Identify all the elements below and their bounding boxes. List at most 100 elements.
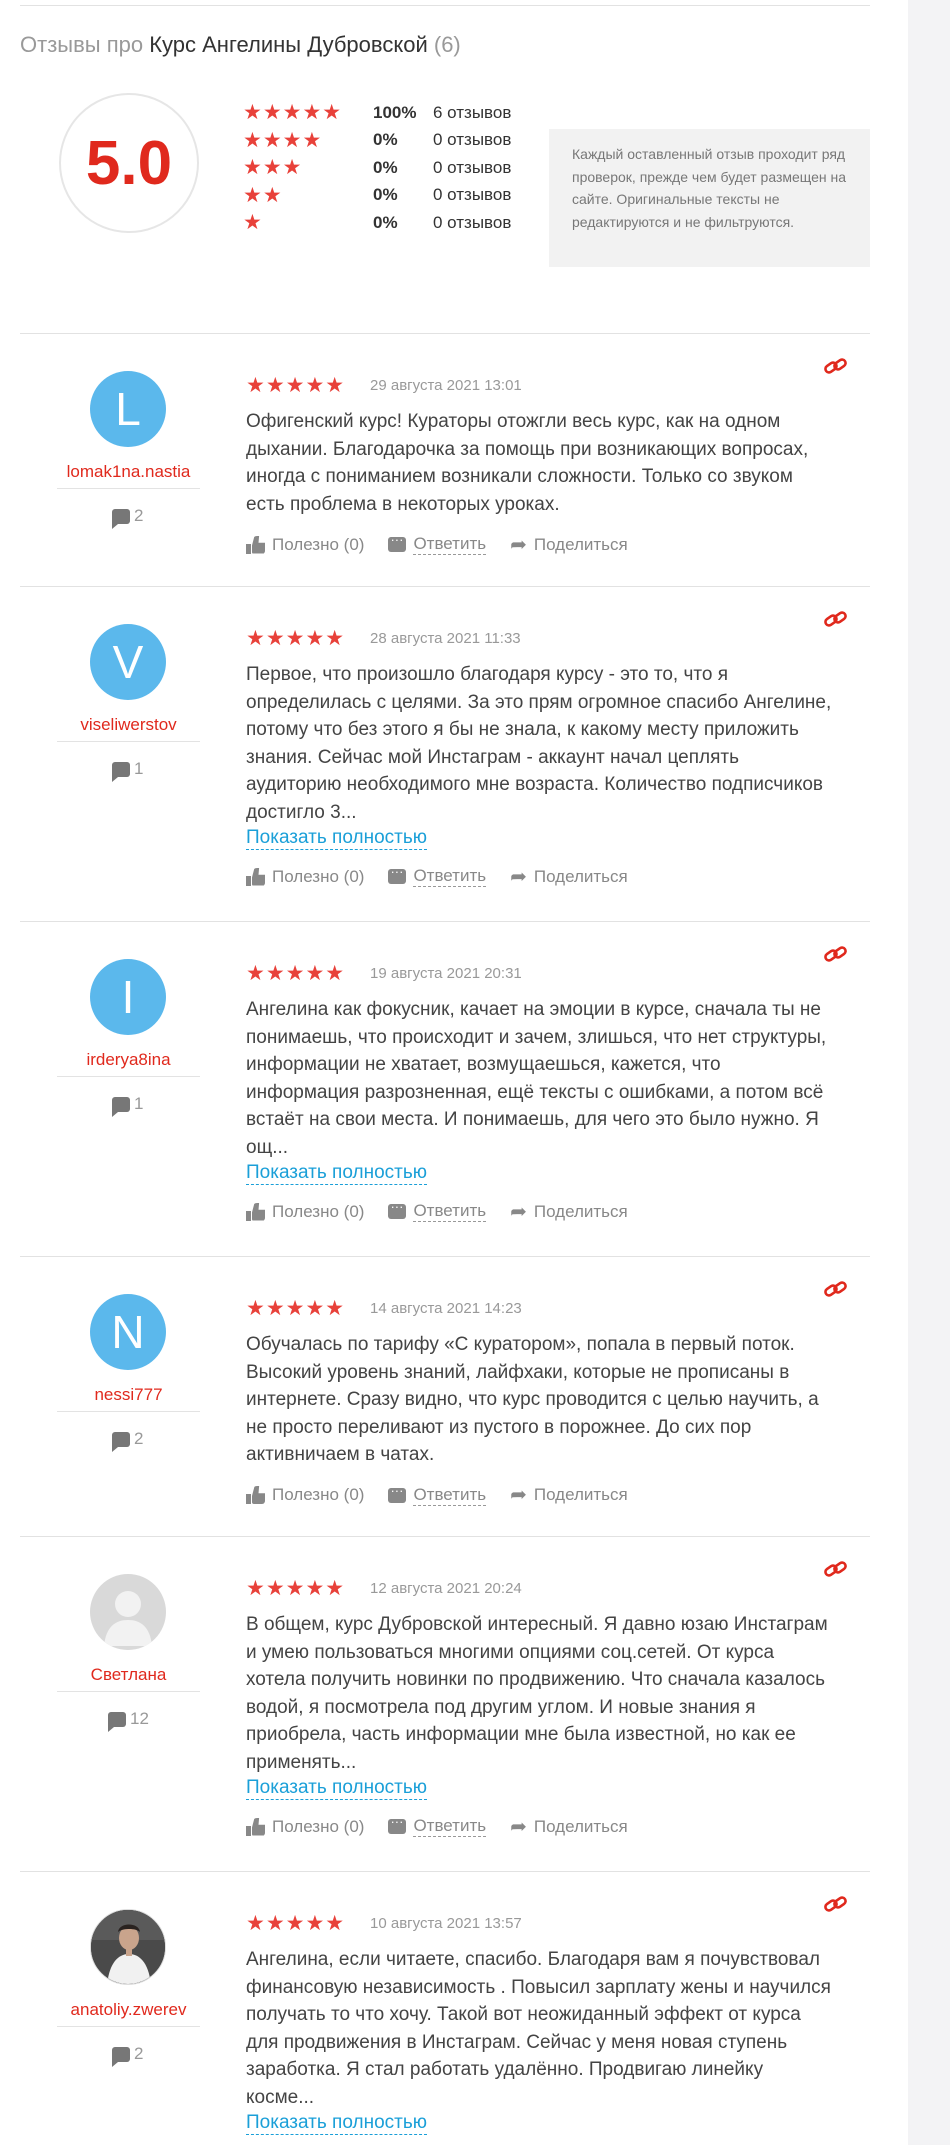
rating-summary: 5.0 ★★★★★ 100% 6 отзывов ★★★★ 0% 0 отзыв…	[20, 59, 870, 267]
distribution-percent: 0%	[373, 130, 398, 150]
comment-icon	[112, 1431, 130, 1452]
distribution-percent: 0%	[373, 157, 398, 177]
review-count-value: 1	[134, 759, 144, 778]
author-review-count: 1	[112, 759, 144, 782]
review-content: ★★★★★ 29 августа 2021 13:01 Офигенский к…	[246, 374, 836, 555]
show-full-link[interactable]: Показать полностью	[246, 1777, 427, 1800]
thumbs-up-icon	[246, 1486, 265, 1504]
share-icon: ➦	[510, 865, 527, 888]
user-photo-image	[91, 1910, 165, 1984]
review-meta: ★★★★★ 29 августа 2021 13:01	[246, 373, 836, 397]
share-label: Поделиться	[533, 1201, 628, 1221]
review-count-value: 1	[134, 1094, 144, 1113]
review-stars: ★★★★★	[246, 1296, 346, 1320]
avatar[interactable]: V	[90, 624, 166, 700]
review-text: Офигенский курс! Кураторы отожгли весь к…	[246, 411, 809, 515]
avatar[interactable]	[90, 1574, 166, 1650]
review-card: Светлана 12 ★★★★★ 12 августа 2021 20:24 …	[20, 1536, 870, 1871]
useful-button[interactable]: Полезно (0)	[246, 1202, 364, 1222]
thumbs-up-icon	[246, 1203, 265, 1221]
reply-button[interactable]: Ответить	[388, 1483, 487, 1506]
rating-distribution: ★★★★★ 100% 6 отзывов ★★★★ 0% 0 отзывов ★…	[243, 99, 511, 237]
comment-icon	[108, 1711, 126, 1732]
show-full-link[interactable]: Показать полностью	[246, 2112, 427, 2135]
review-stars: ★★★★★	[246, 961, 346, 985]
share-button[interactable]: ➦ Поделиться	[510, 1817, 628, 1837]
average-score: 5.0	[59, 93, 199, 233]
share-label: Поделиться	[533, 866, 628, 886]
comment-icon	[112, 761, 130, 782]
review-date: 12 августа 2021 20:24	[370, 1579, 522, 1597]
share-button[interactable]: ➦ Поделиться	[510, 1485, 628, 1505]
show-full-link[interactable]: Показать полностью	[246, 827, 427, 850]
thumbs-up-icon	[246, 536, 265, 554]
review-count-value: 2	[134, 2044, 144, 2063]
reply-button[interactable]: Ответить	[388, 864, 487, 887]
reply-label: Ответить	[413, 866, 487, 887]
review-text: Ангелина, если читаете, спасибо. Благода…	[246, 1949, 831, 2108]
chat-icon	[388, 532, 407, 552]
useful-label: Полезно (0)	[272, 1201, 365, 1221]
distribution-count: 0 отзывов	[433, 212, 512, 232]
author-name[interactable]: Светлана	[57, 1665, 200, 1692]
review-meta: ★★★★★ 14 августа 2021 14:23	[246, 1296, 836, 1320]
chat-icon	[388, 1814, 407, 1834]
review-date: 19 августа 2021 20:31	[370, 964, 522, 982]
author-review-count: 1	[112, 1094, 144, 1117]
review-date: 29 августа 2021 13:01	[370, 376, 522, 394]
avatar[interactable]: L	[90, 371, 166, 447]
review-text: Первое, что произошло благодаря курсу - …	[246, 664, 832, 823]
distribution-stars: ★★★	[243, 156, 303, 180]
author-review-count: 2	[112, 506, 144, 529]
review-content: ★★★★★ 28 августа 2021 11:33 Первое, что …	[246, 627, 836, 887]
distribution-row-2[interactable]: ★★ 0% 0 отзывов	[243, 182, 511, 210]
avatar[interactable]: I	[90, 959, 166, 1035]
review-meta: ★★★★★ 28 августа 2021 11:33	[246, 627, 836, 650]
reply-button[interactable]: Ответить	[388, 532, 487, 555]
author-review-count: 2	[112, 1429, 143, 1452]
author-name[interactable]: irderya8ina	[57, 1050, 200, 1077]
distribution-percent: 100%	[373, 102, 417, 122]
share-button[interactable]: ➦ Поделиться	[510, 535, 628, 555]
useful-label: Полезно (0)	[272, 866, 365, 886]
useful-button[interactable]: Полезно (0)	[246, 867, 364, 887]
avatar[interactable]: N	[90, 1294, 166, 1370]
review-text: В общем, курс Дубровской интересный. Я д…	[246, 1614, 828, 1773]
reply-button[interactable]: Ответить	[388, 1814, 487, 1837]
reply-label: Ответить	[413, 1201, 487, 1222]
reviews-page: Отзывы про Курс Ангелины Дубровской (6) …	[20, 0, 870, 2145]
review-count-value: 2	[134, 506, 144, 525]
thumbs-up-icon	[246, 1818, 265, 1836]
distribution-stars: ★	[243, 211, 263, 235]
author-review-count: 12	[108, 1709, 149, 1732]
author-name[interactable]: viseliwerstov	[57, 715, 200, 742]
header-prefix: Отзывы про	[20, 32, 144, 57]
distribution-row-3[interactable]: ★★★ 0% 0 отзывов	[243, 154, 511, 182]
review-card: I irderya8ina 1 ★★★★★ 19 августа 2021 20…	[20, 921, 870, 1256]
distribution-stars: ★★★★★	[243, 101, 343, 125]
useful-button[interactable]: Полезно (0)	[246, 1485, 364, 1505]
moderation-notice: Каждый оставленный отзыв проходит ряд пр…	[549, 129, 870, 267]
share-button[interactable]: ➦ Поделиться	[510, 1202, 628, 1222]
author-name[interactable]: nessi777	[57, 1385, 200, 1412]
comment-icon	[112, 2046, 130, 2067]
reviews-list: L lomak1na.nastia 2 ★★★★★ 29 августа 202…	[20, 333, 870, 2145]
useful-button[interactable]: Полезно (0)	[246, 535, 364, 555]
reviews-count: (6)	[433, 32, 461, 57]
author-name[interactable]: lomak1na.nastia	[57, 462, 200, 489]
distribution-percent: 0%	[373, 212, 398, 232]
useful-button[interactable]: Полезно (0)	[246, 1817, 364, 1837]
default-user-icon	[104, 1591, 152, 1646]
distribution-row-4[interactable]: ★★★★ 0% 0 отзывов	[243, 127, 511, 155]
distribution-row-5[interactable]: ★★★★★ 100% 6 отзывов	[243, 99, 511, 127]
author-name[interactable]: anatoliy.zwerev	[57, 2000, 200, 2027]
reply-button[interactable]: Ответить	[388, 1199, 487, 1222]
avatar[interactable]	[90, 1909, 166, 1985]
review-content: ★★★★★ 14 августа 2021 14:23 Обучалась по…	[246, 1297, 836, 1506]
distribution-row-1[interactable]: ★ 0% 0 отзывов	[243, 209, 511, 237]
review-stars: ★★★★★	[246, 373, 346, 397]
show-full-link[interactable]: Показать полностью	[246, 1162, 427, 1185]
reply-label: Ответить	[413, 1484, 487, 1506]
share-button[interactable]: ➦ Поделиться	[510, 867, 628, 887]
chat-icon	[388, 1483, 407, 1503]
